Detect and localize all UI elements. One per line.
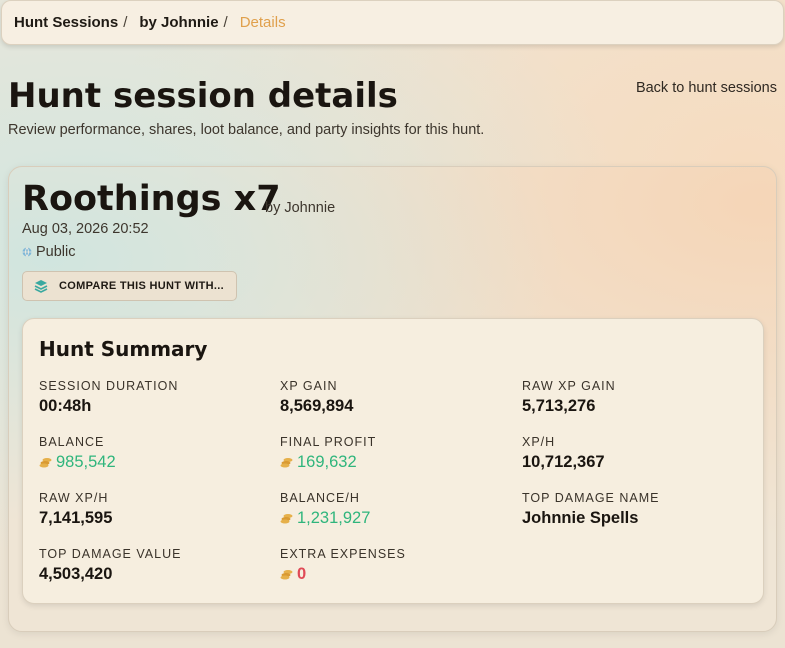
stat-label: TOP DAMAGE NAME — [522, 491, 660, 505]
stat-label: EXTRA EXPENSES — [280, 547, 406, 561]
stat-balance-per-hour: BALANCE/H 1,231,927 — [280, 491, 510, 528]
stat-label: TOP DAMAGE VALUE — [39, 547, 182, 561]
coins-icon — [39, 458, 52, 468]
stat-value-text: 169,632 — [297, 453, 357, 471]
stat-top-damage-value: TOP DAMAGE VALUE 4,503,420 — [39, 547, 269, 584]
stat-label: RAW XP GAIN — [522, 379, 616, 393]
stat-value: 5,713,276 — [522, 397, 596, 415]
coins-icon — [280, 458, 293, 468]
visibility-status: Public — [22, 244, 76, 260]
stat-value: Johnnie Spells — [522, 509, 639, 527]
stat-raw-xp-gain: RAW XP GAIN 5,713,276 — [522, 379, 752, 416]
stat-value: 7,141,595 — [39, 509, 113, 527]
breadcrumb-author[interactable]: by Johnnie — [139, 14, 218, 31]
stat-value: 985,542 — [39, 453, 269, 472]
stat-value: 169,632 — [280, 453, 510, 472]
stat-xp-per-hour: XP/H 10,712,367 — [522, 435, 752, 472]
compare-hunt-button[interactable]: COMPARE THIS HUNT WITH... — [22, 271, 237, 301]
compare-button-label: COMPARE THIS HUNT WITH... — [59, 280, 224, 292]
summary-title: Hunt Summary — [39, 337, 208, 361]
layers-icon — [34, 280, 48, 293]
breadcrumb-hunt-sessions[interactable]: Hunt Sessions — [14, 14, 118, 31]
stat-value-text: 985,542 — [56, 453, 116, 471]
stat-xp-gain: XP GAIN 8,569,894 — [280, 379, 510, 416]
stat-label: RAW XP/H — [39, 491, 109, 505]
stat-label: XP/H — [522, 435, 556, 449]
stat-label: XP GAIN — [280, 379, 338, 393]
globe-icon — [22, 247, 32, 257]
stat-top-damage-name: TOP DAMAGE NAME Johnnie Spells — [522, 491, 752, 528]
stat-label: BALANCE — [39, 435, 105, 449]
stat-value: 1,231,927 — [280, 509, 510, 528]
stat-balance: BALANCE 985,542 — [39, 435, 269, 472]
breadcrumb-current: Details — [239, 14, 286, 31]
hunt-card: Roothings x7 by Johnnie Aug 03, 2026 20:… — [8, 166, 777, 632]
back-to-hunt-sessions-link[interactable]: Back to hunt sessions — [636, 80, 777, 96]
stat-extra-expenses: EXTRA EXPENSES 0 — [280, 547, 510, 584]
stat-value: 8,569,894 — [280, 397, 354, 415]
stat-final-profit: FINAL PROFIT 169,632 — [280, 435, 510, 472]
breadcrumb: Hunt Sessions / by Johnnie / Details — [1, 0, 784, 45]
hunt-summary-panel: Hunt Summary SESSION DURATION 00:48h XP … — [22, 318, 764, 604]
stat-value: 00:48h — [39, 397, 92, 415]
visibility-label: Public — [36, 244, 76, 260]
stat-value: 4,503,420 — [39, 565, 113, 583]
page-title: Hunt session details — [8, 76, 398, 116]
page-subtitle: Review performance, shares, loot balance… — [8, 122, 485, 138]
coins-icon — [280, 570, 293, 580]
stat-label: FINAL PROFIT — [280, 435, 377, 449]
breadcrumb-separator: / — [123, 14, 128, 31]
stat-raw-xp-per-hour: RAW XP/H 7,141,595 — [39, 491, 269, 528]
stat-label: BALANCE/H — [280, 491, 360, 505]
hunt-name: Roothings x7 — [22, 179, 281, 219]
coins-icon — [280, 514, 293, 524]
stat-value: 0 — [280, 565, 510, 584]
hunt-date: Aug 03, 2026 20:52 — [22, 221, 149, 237]
stat-value-text: 0 — [297, 565, 307, 583]
breadcrumb-separator: / — [223, 14, 228, 31]
stat-value-text: 1,231,927 — [297, 509, 371, 527]
stat-value: 10,712,367 — [522, 453, 605, 471]
hunt-author: by Johnnie — [265, 200, 336, 216]
stat-label: SESSION DURATION — [39, 379, 179, 393]
stat-session-duration: SESSION DURATION 00:48h — [39, 379, 269, 416]
